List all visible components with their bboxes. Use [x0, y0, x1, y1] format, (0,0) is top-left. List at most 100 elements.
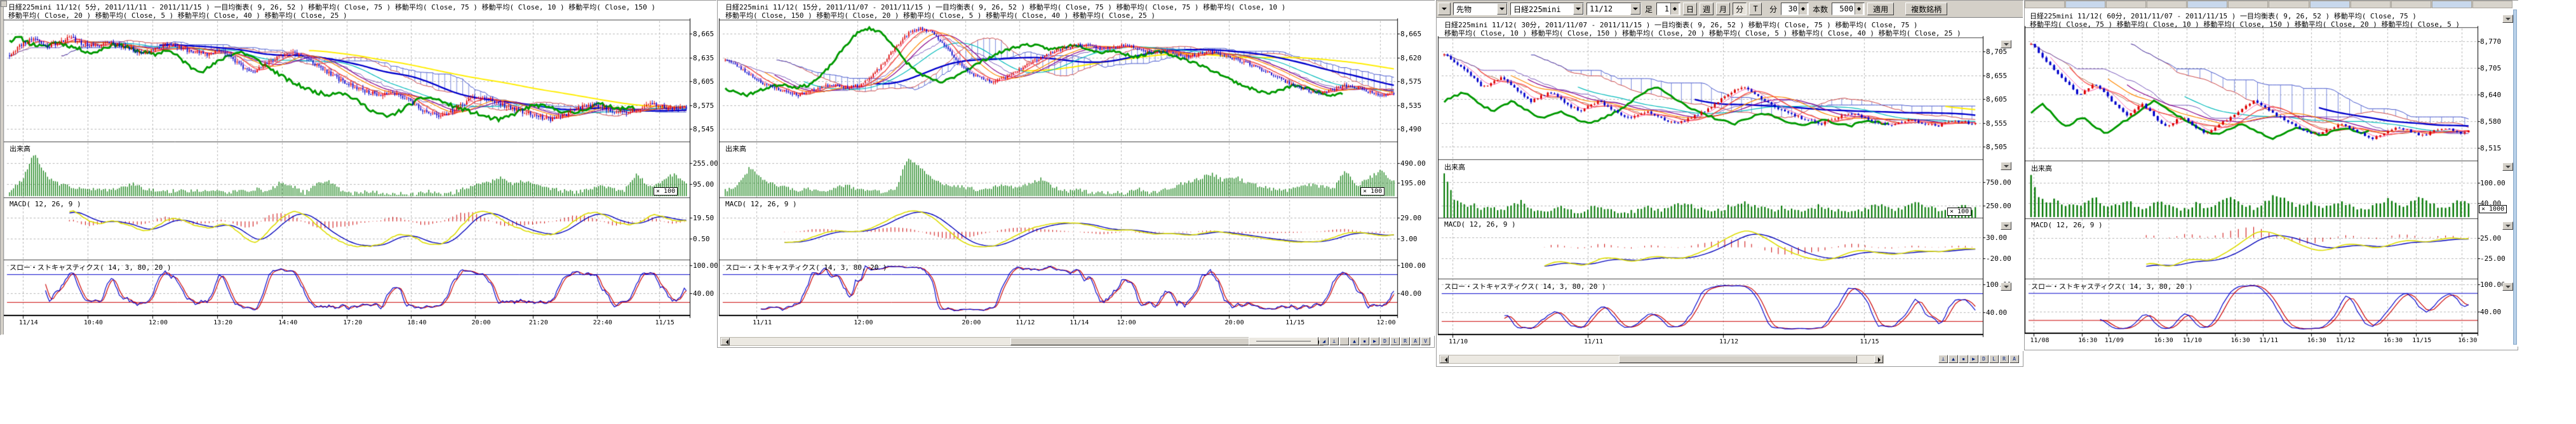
- volume-section-label: 出来高: [1444, 162, 1465, 172]
- tool-button-2[interactable]: ▲: [1949, 355, 1958, 363]
- tick-bars-button[interactable]: T: [1749, 3, 1762, 15]
- tool-button-8[interactable]: L: [1390, 337, 1400, 345]
- tool-button-3[interactable]: [1339, 337, 1349, 345]
- horizontal-scrollbar[interactable]: [720, 337, 1324, 346]
- time-axis-label: 11/12: [2336, 337, 2355, 344]
- scrollbar-thumb[interactable]: [1619, 355, 1857, 363]
- macd-axis-tick: -20.00: [1986, 255, 2011, 263]
- chevron-down-icon[interactable]: [1497, 3, 1507, 15]
- time-axis-label: 18:40: [407, 319, 426, 326]
- bar-interval-spinner[interactable]: 1: [1656, 3, 1680, 15]
- daily-bars-button[interactable]: 日: [1683, 3, 1697, 15]
- stoch-section-label: スロー・ストキャスティクス( 14, 3, 80, 20 ): [2031, 281, 2193, 291]
- stoch-axis-tick: 100.00: [693, 262, 718, 270]
- toolbar-segment[interactable]: [2147, 1, 2187, 8]
- price-axis-tick: 8,655: [1986, 72, 2007, 80]
- spinner-arrows-icon[interactable]: [1670, 3, 1679, 15]
- market-select[interactable]: 先物: [1453, 3, 1508, 15]
- tool-button-7[interactable]: R: [1999, 355, 2009, 363]
- volume-axis-tick: 490.00: [1400, 159, 1426, 168]
- apply-button[interactable]: 適用: [1867, 3, 1894, 15]
- spinner-arrows-icon[interactable]: [1855, 3, 1863, 15]
- volume-pane-dropdown[interactable]: [2502, 162, 2513, 171]
- scrollbar-track[interactable]: [1449, 355, 1874, 363]
- macd-axis-tick: 19.50: [693, 214, 714, 222]
- price-axis-tick: 8,705: [1986, 48, 2007, 56]
- time-axis-label: 11/15: [1860, 338, 1879, 345]
- time-axis-label: 12:00: [854, 319, 873, 326]
- time-axis-label: 16:30: [2078, 337, 2097, 344]
- chart-legend-line2: 移動平均( Close, 20 ) 移動平均( Close, 5 ) 移動平均(…: [8, 10, 347, 20]
- scroll-right-button[interactable]: [1874, 355, 1883, 363]
- volume-multiplier-badge: × 100: [654, 187, 678, 195]
- chevron-down-icon[interactable]: [1630, 3, 1640, 15]
- toolbar-overflow-dropdown[interactable]: [1438, 3, 1451, 15]
- time-axis-label: 12:00: [1376, 319, 1395, 326]
- macd-pane-dropdown[interactable]: [2001, 222, 2011, 230]
- tool-button-2[interactable]: ⊥: [1329, 337, 1339, 345]
- tool-button-10[interactable]: A: [1411, 337, 1420, 345]
- toolbar-segment[interactable]: [2187, 1, 2227, 8]
- tool-button-5[interactable]: ▪: [1360, 337, 1369, 345]
- multi-symbol-button[interactable]: 複数銘柄: [1905, 3, 1947, 15]
- tool-button-9[interactable]: R: [1400, 337, 1410, 345]
- zoom-slider[interactable]: [1249, 337, 1318, 345]
- chart-canvas-15min[interactable]: [718, 1, 1435, 336]
- macd-section-label: MACD( 12, 26, 9 ): [1444, 220, 1516, 229]
- chevron-down-icon[interactable]: [1573, 3, 1583, 15]
- tool-button-7[interactable]: D: [1380, 337, 1390, 345]
- toolbar-segment[interactable]: [2269, 1, 2309, 8]
- tool-button-1[interactable]: ◢: [1319, 337, 1329, 345]
- toolbar-segment[interactable]: [2432, 1, 2472, 8]
- price-pane-dropdown[interactable]: [2001, 40, 2011, 48]
- time-axis-label: 16:30: [2384, 337, 2403, 344]
- scrollbar-thumb[interactable]: [1010, 338, 1268, 345]
- minute-bars-button[interactable]: 分: [1733, 3, 1747, 15]
- minute-interval-spinner[interactable]: 30: [1781, 3, 1809, 15]
- toolbar-segment[interactable]: [2065, 1, 2105, 8]
- tool-button-1[interactable]: ⊥: [1938, 355, 1948, 363]
- toolbar-segment[interactable]: [2391, 1, 2431, 8]
- tool-button-8[interactable]: A: [2009, 355, 2019, 363]
- tool-button-4[interactable]: ▶: [1969, 355, 1978, 363]
- price-axis-tick: 8,620: [1400, 54, 1421, 62]
- monthly-bars-button[interactable]: 月: [1716, 3, 1730, 15]
- toolbar-segment[interactable]: [2351, 1, 2391, 8]
- tool-button-4[interactable]: ▲: [1350, 337, 1359, 345]
- contract-month-select[interactable]: 11/12: [1587, 3, 1641, 15]
- bar-count-spinner[interactable]: 500: [1832, 3, 1865, 15]
- spinner-arrows-icon[interactable]: [1799, 3, 1807, 15]
- scroll-left-button[interactable]: [721, 338, 730, 345]
- price-pane-dropdown[interactable]: [2502, 15, 2513, 23]
- tool-button-6[interactable]: ▶: [1370, 337, 1379, 345]
- chart-canvas-5min[interactable]: [1, 1, 717, 336]
- time-axis-label: 11/14: [1070, 319, 1089, 326]
- horizontal-scrollbar[interactable]: [1439, 355, 1884, 364]
- toolbar-segment[interactable]: [2228, 1, 2268, 8]
- volume-multiplier-badge: × 100: [1947, 208, 1971, 216]
- stoch-pane-dropdown[interactable]: [2502, 282, 2513, 291]
- window-control-box[interactable]: [1, 1, 7, 7]
- chart-canvas-30min[interactable]: [1437, 1, 2024, 351]
- tool-button-3[interactable]: ▪: [1959, 355, 1968, 363]
- toolbar-segment[interactable]: [2106, 1, 2146, 8]
- weekly-bars-button[interactable]: 週: [1700, 3, 1714, 15]
- tool-button-5[interactable]: D: [1979, 355, 1989, 363]
- stoch-axis-tick: 100.00: [1400, 262, 1426, 270]
- macd-pane-dropdown[interactable]: [2502, 222, 2513, 230]
- stoch-section-label: スロー・ストキャスティクス( 14, 3, 80, 20 ): [10, 262, 171, 272]
- chart-canvas-60min[interactable]: [2025, 1, 2519, 347]
- volume-pane-dropdown[interactable]: [2001, 162, 2011, 170]
- tool-button-6[interactable]: L: [1989, 355, 1999, 363]
- toolbar-segment[interactable]: [2472, 1, 2512, 8]
- scroll-left-button[interactable]: [1440, 355, 1449, 363]
- toolbar-segment[interactable]: [2025, 1, 2065, 8]
- instrument-select[interactable]: 日経225mini: [1510, 3, 1584, 15]
- stoch-axis-tick: 40.00: [1400, 289, 1421, 298]
- stoch-pane-dropdown[interactable]: [2001, 282, 2011, 291]
- tool-button-11[interactable]: V: [1421, 337, 1430, 345]
- vertical-scrollbar[interactable]: [2513, 10, 2517, 345]
- scrollbar-track[interactable]: [730, 338, 1314, 345]
- toolbar-segment[interactable]: [2310, 1, 2350, 8]
- minute-interval-label: 分: [1768, 4, 1778, 15]
